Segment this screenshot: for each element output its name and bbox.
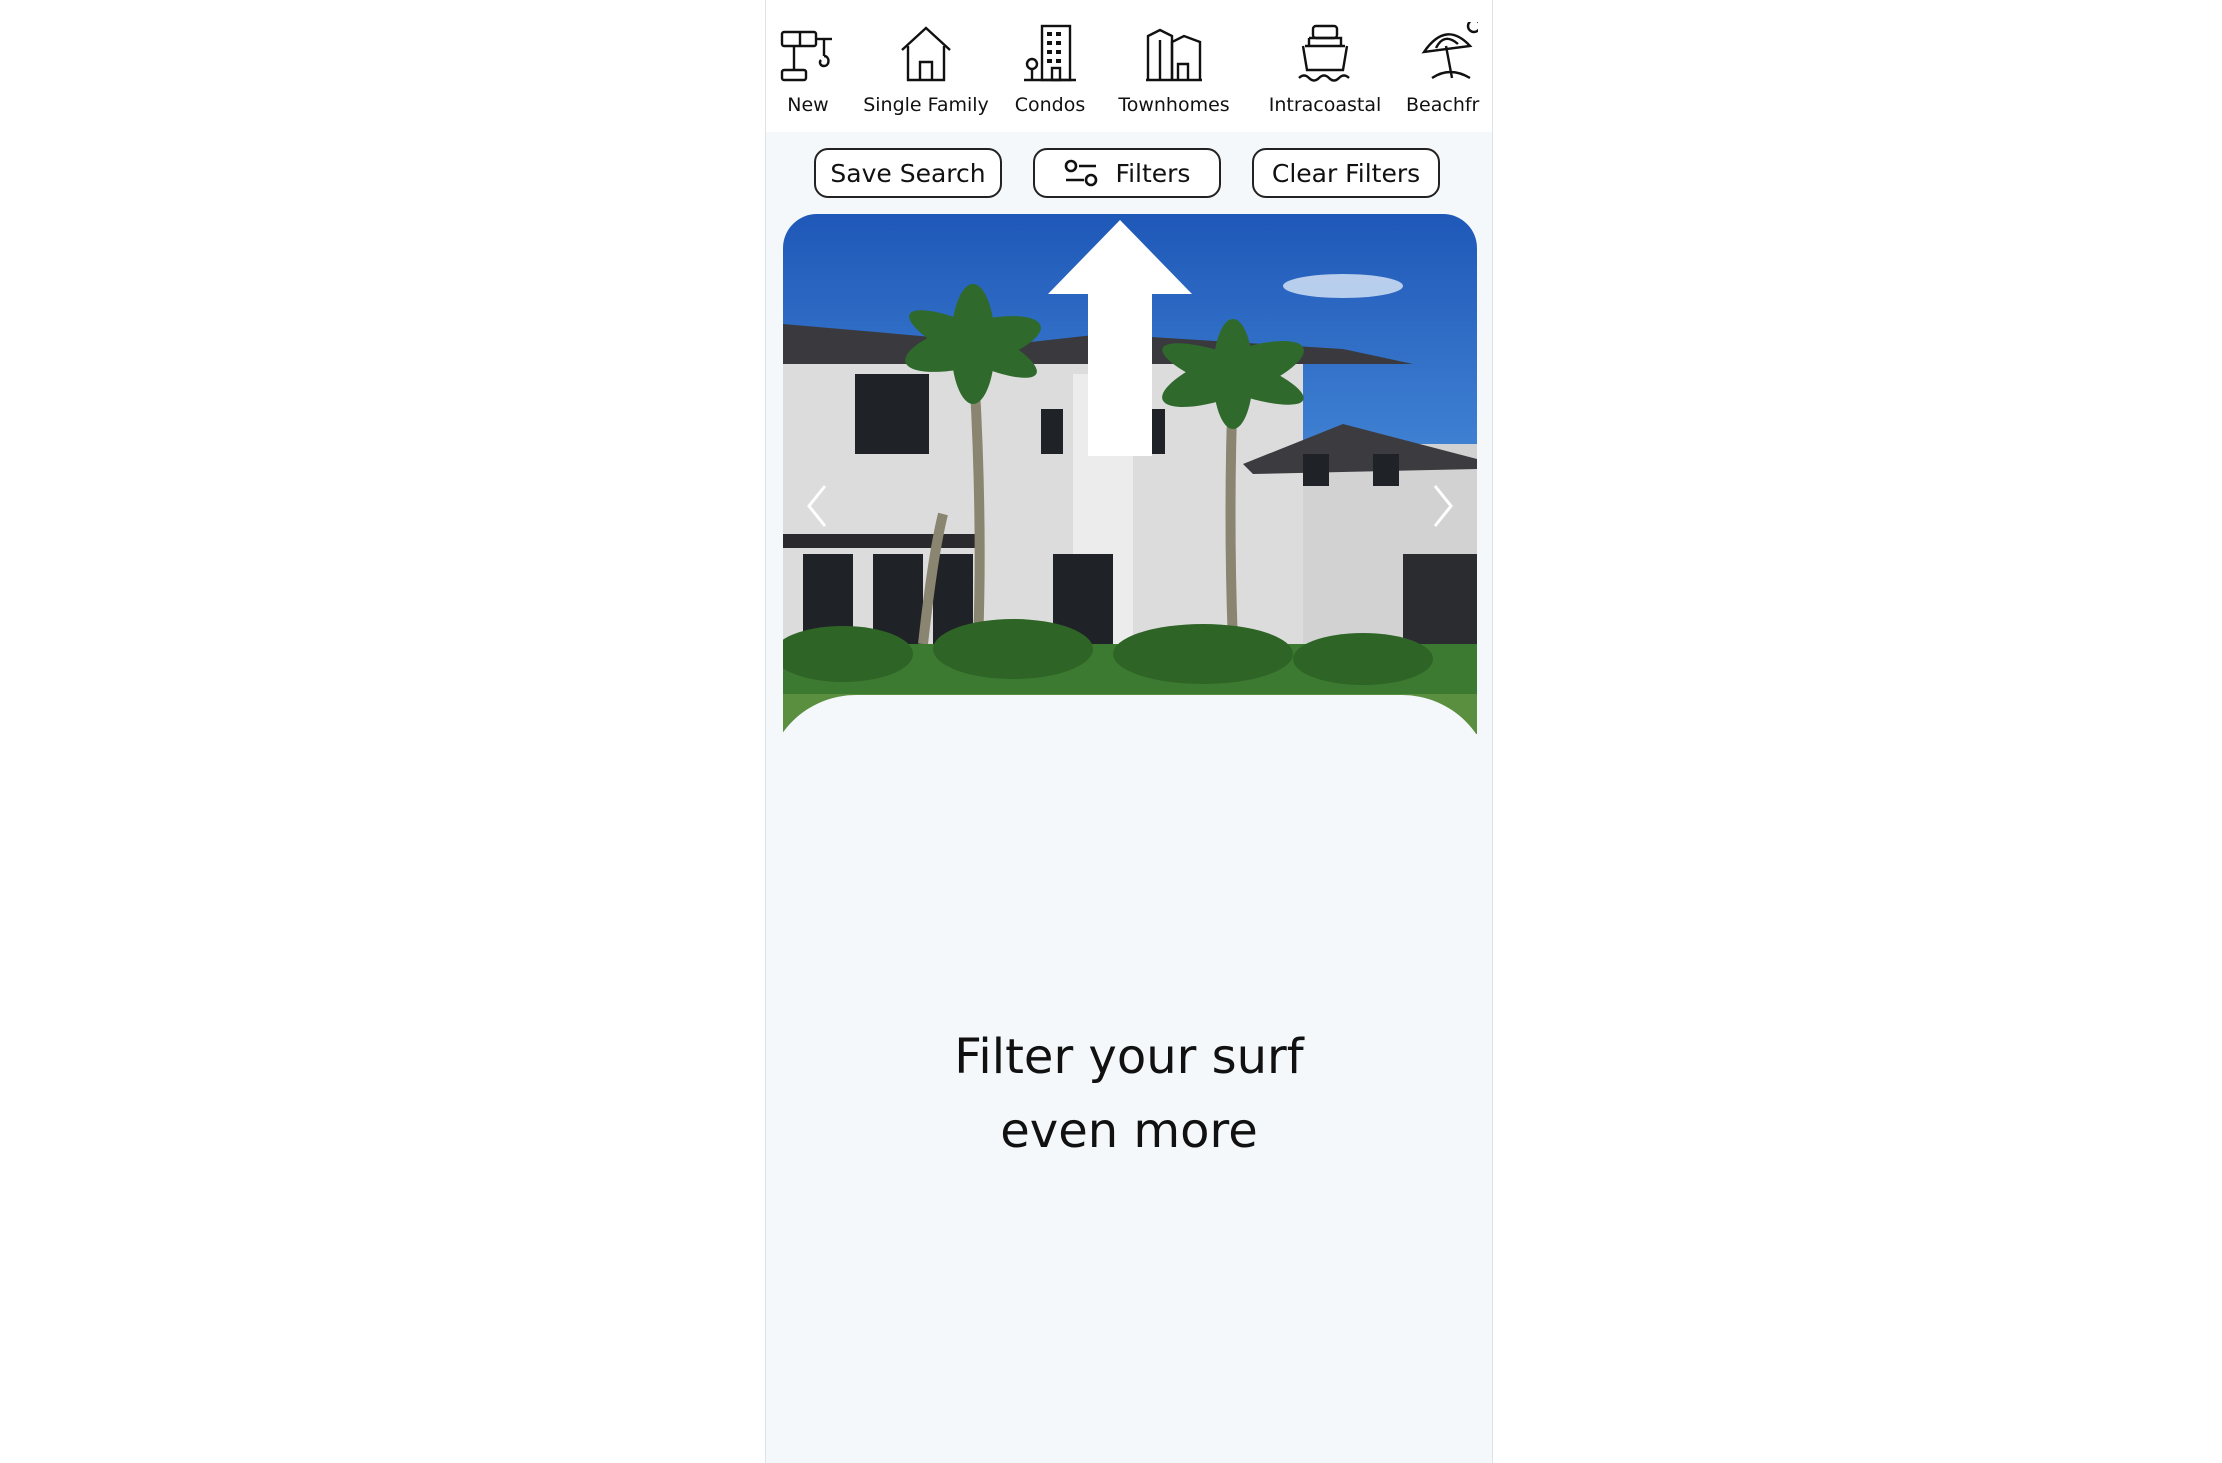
tooltip-line-1: Filter your surf [954, 1029, 1304, 1085]
category-townhomes[interactable]: Townhomes [1111, 22, 1237, 122]
house-icon [901, 26, 951, 82]
townhomes-icon [1146, 28, 1202, 82]
up-arrow-icon [1048, 220, 1192, 456]
category-label: Intracoastal [1268, 94, 1382, 116]
category-label: Townhomes [1118, 94, 1230, 116]
tooltip-line-2: even more [1000, 1103, 1258, 1159]
filters-button[interactable]: Filters [1033, 148, 1221, 198]
filter-button-row: Save Search Filters Clear Filters [766, 132, 1492, 202]
save-search-label: Save Search [830, 158, 986, 188]
category-bar[interactable]: New Single Family Condos Townhomes Intra… [766, 0, 1492, 132]
chevron-left-icon[interactable] [805, 484, 829, 528]
category-label: New [787, 94, 829, 116]
app-screen: New Single Family Condos Townhomes Intra… [765, 0, 1493, 1463]
category-intracoastal[interactable]: Intracoastal [1260, 22, 1390, 122]
boat-icon [1298, 24, 1350, 82]
category-single-family[interactable]: Single Family [861, 22, 991, 122]
category-label: Single Family [863, 94, 989, 116]
category-new[interactable]: New [778, 22, 838, 122]
category-label: Condos [1014, 94, 1086, 116]
condo-building-icon [1024, 24, 1076, 82]
category-beachfront[interactable]: Beachfr [1406, 22, 1492, 122]
clear-filters-label: Clear Filters [1271, 158, 1421, 188]
category-condos[interactable]: Condos [1005, 22, 1095, 122]
beach-umbrella-icon [1421, 22, 1478, 80]
crane-icon [780, 30, 832, 82]
tooltip-text: Filter your surf even more [766, 1020, 1492, 1168]
sliders-icon [1064, 159, 1097, 187]
chevron-right-icon[interactable] [1431, 484, 1455, 528]
filters-label: Filters [1115, 158, 1191, 188]
save-search-button[interactable]: Save Search [814, 148, 1002, 198]
category-label: Beachfr [1406, 94, 1480, 116]
clear-filters-button[interactable]: Clear Filters [1252, 148, 1440, 198]
